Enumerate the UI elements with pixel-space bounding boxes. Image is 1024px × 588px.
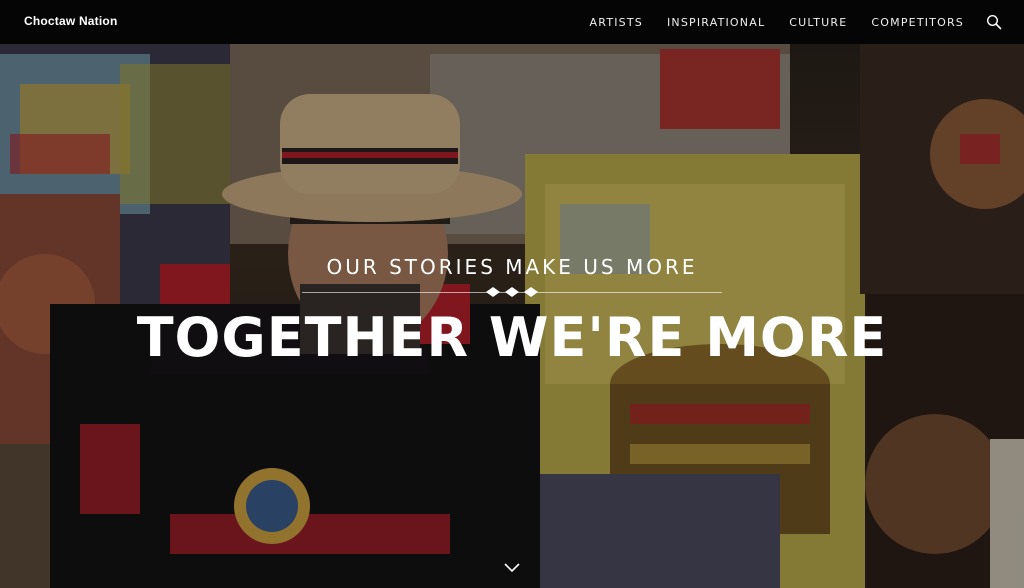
chevron-down-icon[interactable] [503,562,521,574]
top-nav: Choctaw Nation ARTISTS INSPIRATIONAL CUL… [0,0,1024,44]
hero-tagline: OUR STORIES MAKE US MORE [326,255,698,279]
diamonds-icon [486,287,538,297]
hero-headline: TOGETHER WE'RE MORE [136,306,888,369]
nav-item-culture[interactable]: CULTURE [789,16,847,29]
hero-section: OUR STORIES MAKE US MORE TOGETHER WE'RE … [0,44,1024,588]
search-icon[interactable] [986,14,1002,30]
nav-item-inspirational[interactable]: INSPIRATIONAL [667,16,765,29]
brand-logo[interactable]: Choctaw Nation [24,14,117,28]
nav-item-competitors[interactable]: COMPETITORS [871,16,964,29]
main-menu: ARTISTS INSPIRATIONAL CULTURE COMPETITOR… [590,0,964,44]
nav-item-artists[interactable]: ARTISTS [590,16,643,29]
